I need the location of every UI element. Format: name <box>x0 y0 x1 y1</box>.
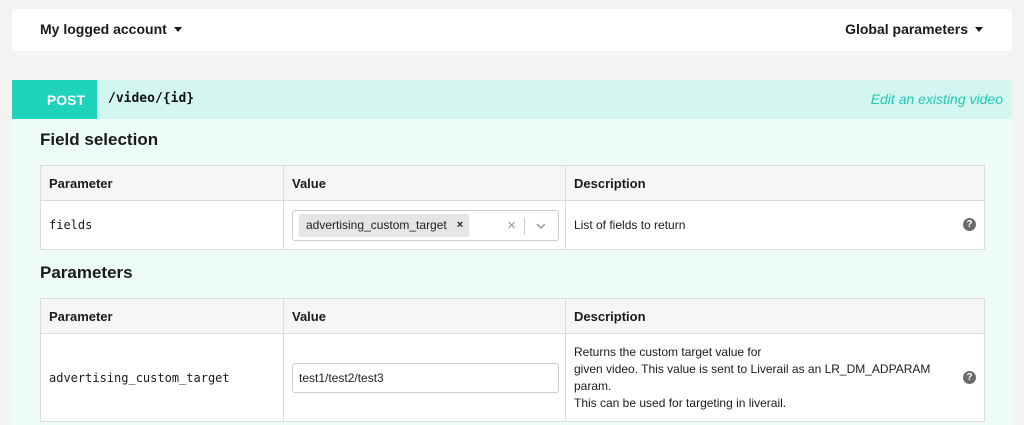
account-menu-label: My logged account <box>40 21 167 37</box>
value-cell <box>283 333 566 422</box>
account-menu[interactable]: My logged account <box>40 21 182 37</box>
column-header-description: Description <box>565 298 985 334</box>
description-cell: List of fields to return ? <box>565 200 985 250</box>
clear-selection-icon[interactable]: × <box>507 217 516 234</box>
global-parameters-menu[interactable]: Global parameters <box>845 21 983 37</box>
column-header-parameter: Parameter <box>40 298 284 334</box>
operation-panel: POST /video/{id} Edit an existing video … <box>12 80 1012 425</box>
advertising-custom-target-input[interactable] <box>292 362 559 393</box>
description-line: param. <box>574 378 612 393</box>
column-header-value: Value <box>283 298 566 334</box>
column-header-value: Value <box>283 165 566 201</box>
description-cell: Returns the custom target value for give… <box>565 333 985 422</box>
value-cell: advertising_custom_target × × <box>283 200 566 250</box>
caret-down-icon <box>173 26 182 32</box>
parameters-title: Parameters <box>40 263 133 282</box>
parameter-name: fields <box>40 200 284 250</box>
help-icon[interactable]: ? <box>963 218 976 231</box>
fields-multiselect[interactable]: advertising_custom_target × × <box>292 209 559 241</box>
selected-field-tag: advertising_custom_target × <box>299 213 470 237</box>
http-method-badge: POST <box>12 80 97 119</box>
parameters-table: Parameter Value Description advertising_… <box>40 298 985 422</box>
parameter-description: List of fields to return <box>574 218 686 232</box>
caret-down-icon <box>975 26 983 32</box>
table-header-row: Parameter Value Description <box>40 298 985 334</box>
parameter-name: advertising_custom_target <box>40 333 284 422</box>
help-icon[interactable]: ? <box>963 370 976 384</box>
column-header-description: Description <box>565 165 985 201</box>
global-parameters-label: Global parameters <box>845 21 968 37</box>
selected-field-tag-label: advertising_custom_target <box>306 218 447 232</box>
field-selection-table: Parameter Value Description fields adver… <box>40 165 985 250</box>
operation-header[interactable]: POST /video/{id} Edit an existing video <box>12 80 1012 119</box>
select-divider <box>524 217 525 235</box>
chevron-down-icon[interactable] <box>535 218 547 237</box>
field-selection-title: Field selection <box>40 130 159 149</box>
table-row: fields advertising_custom_target × × Lis… <box>40 200 985 250</box>
table-row: advertising_custom_target Returns the cu… <box>40 333 985 422</box>
top-bar: My logged account Global parameters <box>12 9 1012 51</box>
operation-summary[interactable]: Edit an existing video <box>871 91 1003 107</box>
description-line: This can be used for targeting in livera… <box>574 395 787 410</box>
remove-tag-icon[interactable]: × <box>457 219 463 231</box>
endpoint-path: /video/{id} <box>108 91 195 106</box>
parameter-description: Returns the custom target value for give… <box>574 344 976 412</box>
table-header-row: Parameter Value Description <box>40 165 985 201</box>
description-line: Returns the custom target value for <box>574 344 762 359</box>
column-header-parameter: Parameter <box>40 165 284 201</box>
description-line: given video. This value is sent to Liver… <box>574 361 931 376</box>
